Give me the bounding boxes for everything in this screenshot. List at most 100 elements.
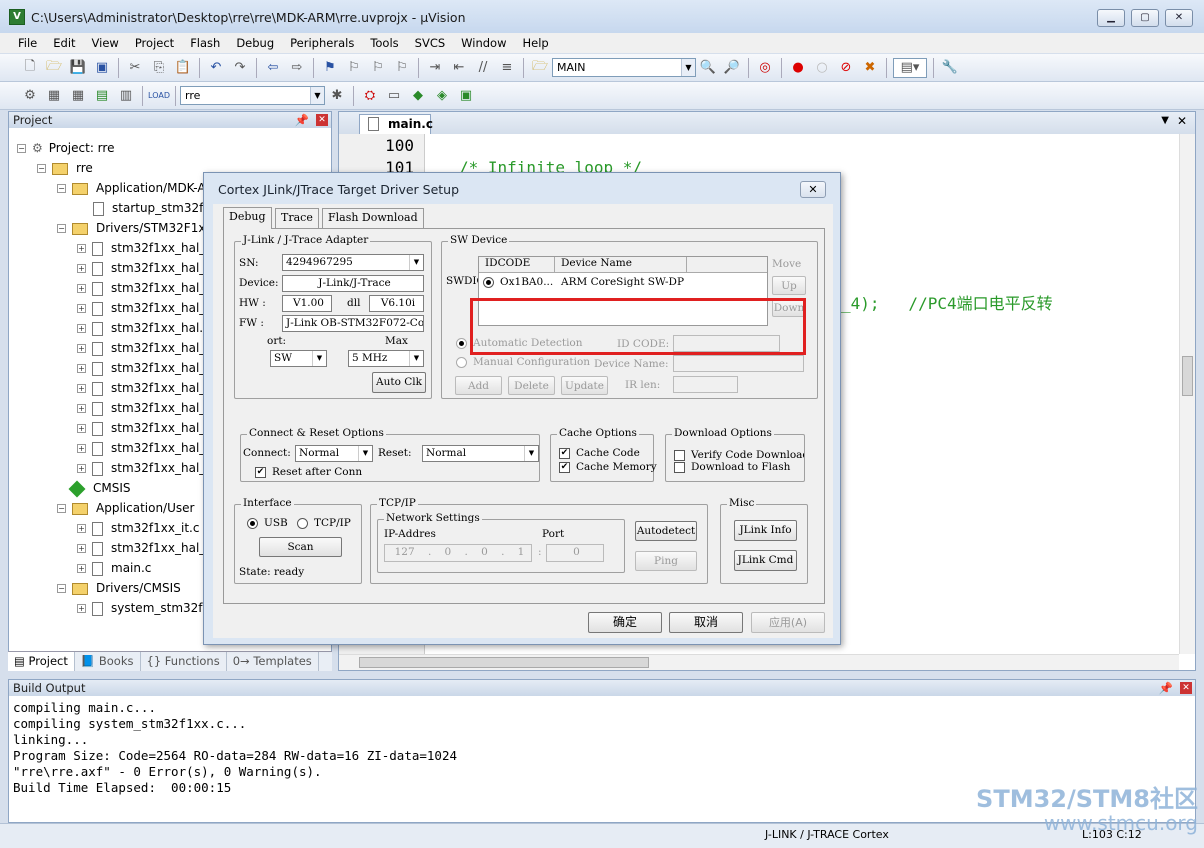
apply-button[interactable]: 应用(A): [751, 612, 825, 633]
menu-tools[interactable]: Tools: [362, 34, 406, 52]
cut-icon[interactable]: ✂: [125, 58, 145, 78]
find-icon[interactable]: 🔍: [698, 58, 718, 78]
sn-select[interactable]: 4294967295 ▼: [282, 254, 424, 271]
build-log[interactable]: compiling main.c... compiling system_stm…: [9, 696, 1195, 796]
cancel-button[interactable]: 取消: [669, 612, 743, 633]
manage-project-items-icon[interactable]: ▭: [384, 86, 404, 106]
translate-icon[interactable]: ⚙: [20, 86, 40, 106]
redo-icon[interactable]: ↷: [230, 58, 250, 78]
close-editor-tab-icon[interactable]: ✕: [1177, 114, 1187, 128]
ping-button[interactable]: Ping: [635, 551, 697, 571]
stop-build-icon[interactable]: ▥: [116, 86, 136, 106]
delete-button[interactable]: Delete: [508, 376, 555, 395]
pack-installer-icon[interactable]: ◈: [432, 86, 452, 106]
port-number-field[interactable]: 0: [546, 544, 604, 562]
bookmark-icon[interactable]: ⚑: [320, 58, 340, 78]
menu-debug[interactable]: Debug: [228, 34, 282, 52]
reset-select[interactable]: Normal ▼: [422, 445, 539, 462]
new-file-icon[interactable]: 🗋: [20, 58, 40, 78]
ir-len-field[interactable]: [673, 376, 738, 393]
select-pack-icon[interactable]: ◆: [408, 86, 428, 106]
save-icon[interactable]: 💾: [68, 58, 88, 78]
nav-back-icon[interactable]: ⇦: [263, 58, 283, 78]
undo-icon[interactable]: ↶: [206, 58, 226, 78]
max-clock-select[interactable]: 5 MHz ▼: [348, 350, 424, 367]
pin-icon[interactable]: 📌: [295, 112, 309, 128]
paste-icon[interactable]: 📋: [173, 58, 193, 78]
tree-group[interactable]: − Drivers/CMSIS: [57, 578, 181, 598]
editor-horizontal-scrollbar[interactable]: [339, 654, 1179, 670]
dialog-close-button[interactable]: ✕: [800, 181, 826, 198]
scan-button[interactable]: Scan: [259, 537, 342, 557]
menu-file[interactable]: File: [10, 34, 45, 52]
configure-icon[interactable]: 🔧: [940, 58, 960, 78]
bookmark-clear-icon[interactable]: ⚐: [392, 58, 412, 78]
find-in-files-icon[interactable]: 🗁: [530, 58, 550, 78]
menu-project[interactable]: Project: [127, 34, 182, 52]
tree-target[interactable]: − rre: [37, 158, 93, 178]
close-window-button[interactable]: ✕: [1165, 9, 1193, 27]
open-folder-icon[interactable]: 🗁: [44, 58, 64, 78]
tab-debug[interactable]: Debug: [223, 207, 272, 229]
build-icon[interactable]: ▦: [44, 86, 64, 106]
close-panel-icon[interactable]: ✕: [316, 114, 328, 126]
tree-group[interactable]: − Application/MDK-ARM: [57, 178, 224, 198]
tab-books[interactable]: 📘 Books: [75, 652, 141, 671]
menu-edit[interactable]: Edit: [45, 34, 83, 52]
minimize-button[interactable]: ▁: [1097, 9, 1125, 27]
target-combo[interactable]: rre ▼: [180, 86, 325, 105]
jlink-cmd-button[interactable]: JLink Cmd: [734, 550, 797, 571]
menu-peripherals[interactable]: Peripherals: [282, 34, 362, 52]
tree-group[interactable]: − Application/User: [57, 498, 194, 518]
tab-trace[interactable]: Trace: [275, 208, 319, 228]
download-to-flash-checkbox[interactable]: [674, 461, 685, 473]
reset-after-connect-checkbox[interactable]: ✔: [255, 466, 266, 478]
autodetect-button[interactable]: Autodetect: [635, 521, 697, 541]
comment-icon[interactable]: //: [473, 58, 493, 78]
breakpoint-disable-icon[interactable]: ○: [812, 58, 832, 78]
load-download-icon[interactable]: LOAD: [148, 86, 170, 106]
ip-address-field[interactable]: 127. 0. 0. 1: [384, 544, 532, 562]
find-combo[interactable]: MAIN ▼: [552, 58, 696, 77]
manage-components-icon[interactable]: ⛭: [360, 86, 380, 106]
debug-session-icon[interactable]: ◎: [755, 58, 775, 78]
copy-icon[interactable]: ⎘: [149, 58, 169, 78]
bookmark-next-icon[interactable]: ⚐: [368, 58, 388, 78]
tab-main-c[interactable]: main.c: [359, 114, 433, 134]
jlink-info-button[interactable]: JLink Info: [734, 520, 797, 541]
bookmark-prev-icon[interactable]: ⚐: [344, 58, 364, 78]
nav-forward-icon[interactable]: ⇨: [287, 58, 307, 78]
auto-detection-radio[interactable]: [456, 337, 467, 349]
unindent-icon[interactable]: ⇤: [449, 58, 469, 78]
menu-flash[interactable]: Flash: [182, 34, 228, 52]
ok-button[interactable]: 确定: [588, 612, 662, 633]
tab-templates[interactable]: 0→ Templates: [227, 652, 319, 671]
tree-project-root[interactable]: − ⚙ Project: rre: [17, 138, 114, 158]
menu-svcs[interactable]: SVCS: [407, 34, 454, 52]
move-up-button[interactable]: Up: [772, 276, 806, 295]
tcpip-radio[interactable]: [297, 517, 308, 529]
tab-functions[interactable]: {} Functions: [141, 652, 227, 671]
usb-radio[interactable]: [247, 517, 258, 529]
auto-clk-button[interactable]: Auto Clk: [372, 372, 426, 393]
device-name-field[interactable]: [673, 355, 804, 372]
cache-memory-checkbox[interactable]: ✔: [559, 461, 570, 473]
code-line-fragment[interactable]: _4); //PC4端口电平反转: [841, 290, 1053, 314]
cache-code-checkbox[interactable]: ✔: [559, 447, 570, 459]
tree-file[interactable]: + stm32f1xx_hal.c: [77, 318, 210, 338]
sw-device-row[interactable]: Ox1BA0... ARM CoreSight SW-DP: [479, 273, 767, 291]
editor-vertical-scrollbar[interactable]: [1179, 134, 1195, 654]
close-panel-icon[interactable]: ✕: [1180, 682, 1192, 694]
menu-help[interactable]: Help: [515, 34, 557, 52]
menu-view[interactable]: View: [84, 34, 127, 52]
maximize-button[interactable]: ▢: [1131, 9, 1159, 27]
connect-select[interactable]: Normal ▼: [295, 445, 373, 462]
tab-project[interactable]: ▤ Project: [8, 652, 75, 671]
rebuild-icon[interactable]: ▦: [68, 86, 88, 106]
incremental-find-icon[interactable]: 🔎: [722, 58, 742, 78]
target-options-icon[interactable]: ✱: [327, 86, 347, 106]
breakpoint-icon[interactable]: ●: [788, 58, 808, 78]
add-button[interactable]: Add: [455, 376, 502, 395]
port-select[interactable]: SW ▼: [270, 350, 327, 367]
save-all-icon[interactable]: ▣: [92, 58, 112, 78]
